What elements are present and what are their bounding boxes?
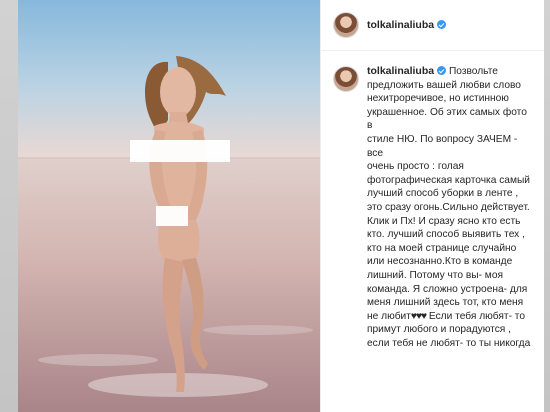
post-modal: tolkalinaliuba tolkalinaliuba Позвольте … — [18, 0, 544, 412]
caption-line: нехитроречивое, но истинною — [367, 93, 509, 105]
caption-block: tolkalinaliuba Позвольте предложить ваше… — [321, 51, 544, 350]
verified-badge-icon — [437, 20, 447, 29]
avatar[interactable] — [333, 12, 359, 38]
caption-username[interactable]: tolkalinaliuba — [367, 65, 447, 77]
caption-avatar[interactable] — [333, 66, 359, 92]
caption-line: примут любого и порадуются , — [367, 324, 511, 336]
caption-line: или несознанно.Кто в команде — [367, 256, 513, 268]
censor-bar-top — [130, 140, 230, 162]
photo-illustration — [18, 0, 320, 412]
hearts-emoji-icon: ♥♥♥ — [410, 310, 427, 322]
caption-line: фотографическая карточка самый — [367, 174, 530, 186]
censor-bar-bottom — [156, 206, 188, 226]
caption-line: не любит — [367, 310, 411, 322]
post-side-panel: tolkalinaliuba tolkalinaliuba Позвольте … — [320, 0, 544, 412]
caption-text: tolkalinaliuba Позвольте предложить ваше… — [367, 65, 532, 350]
caption-line: если тебя не любят- то ты никогда — [367, 337, 531, 349]
caption-line: Позвольте — [448, 66, 498, 77]
caption-line: лучший способ уборки в ленте , — [367, 188, 519, 200]
caption-line: меня лишний здесь тот, кто меня — [367, 297, 524, 309]
header-username-text[interactable]: tolkalinaliuba — [367, 19, 434, 31]
caption-line: Если тебя любят- то — [428, 310, 526, 322]
post-header: tolkalinaliuba — [321, 0, 544, 51]
caption-line: кто на моей странице случайно — [367, 242, 517, 254]
caption-line: предложить вашей любви слово — [367, 79, 521, 91]
caption-line: команда. Я сложно устроена- для — [367, 283, 528, 295]
caption-line: Клик и Пх! И сразу ясно кто есть — [367, 215, 521, 227]
caption-line: кто. лучший способ выявить тех , — [367, 229, 525, 241]
caption-line: это сразу огонь.Сильно действует. — [367, 201, 530, 213]
caption-line: стиле НЮ. По вопросу ЗАЧЕМ - все — [367, 133, 518, 159]
caption-line: лишний. Потому что вы- моя — [367, 269, 503, 281]
caption-line: украшенное. Об этих самых фото в — [367, 106, 527, 132]
caption-username-text[interactable]: tolkalinaliuba — [367, 65, 434, 77]
header-username[interactable]: tolkalinaliuba — [367, 19, 447, 31]
verified-badge-icon — [437, 66, 447, 75]
caption-line: очень просто : голая — [367, 161, 464, 173]
post-photo[interactable] — [18, 0, 320, 412]
